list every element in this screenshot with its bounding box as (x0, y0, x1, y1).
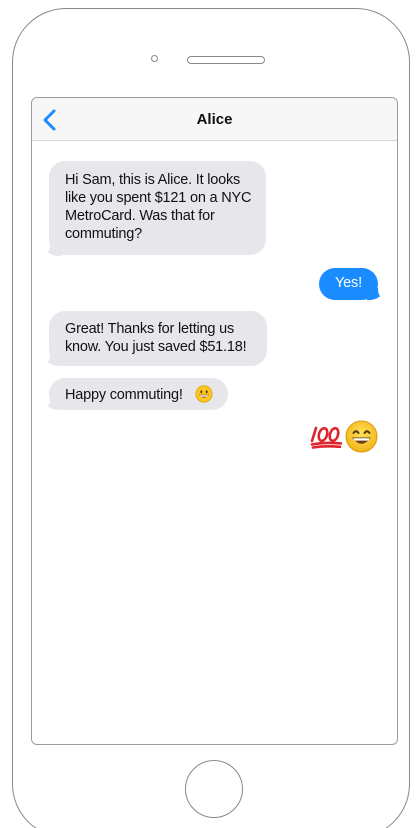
hundred-points-icon (310, 426, 343, 449)
message-text: Happy commuting! (65, 387, 183, 403)
earpiece-speaker (187, 56, 265, 64)
incoming-message-bubble[interactable]: Great! Thanks for letting us know. You j… (49, 311, 267, 366)
message-text: Great! Thanks for letting us know. You j… (65, 321, 247, 355)
incoming-message-bubble[interactable]: Happy commuting! (49, 378, 228, 410)
home-button[interactable] (185, 760, 243, 818)
grinning-face-icon (194, 385, 213, 403)
front-camera (151, 55, 158, 62)
outgoing-message-bubble[interactable]: Yes! (319, 268, 378, 300)
contact-name: Alice (196, 111, 233, 128)
incoming-message-bubble[interactable]: Hi Sam, this is Alice. It looks like you… (49, 161, 266, 255)
grinning-face-with-smiling-eyes-icon (345, 420, 378, 453)
conversation-header: Alice (32, 98, 397, 141)
message-text: Hi Sam, this is Alice. It looks like you… (65, 172, 252, 242)
message-text: Yes! (335, 275, 362, 291)
